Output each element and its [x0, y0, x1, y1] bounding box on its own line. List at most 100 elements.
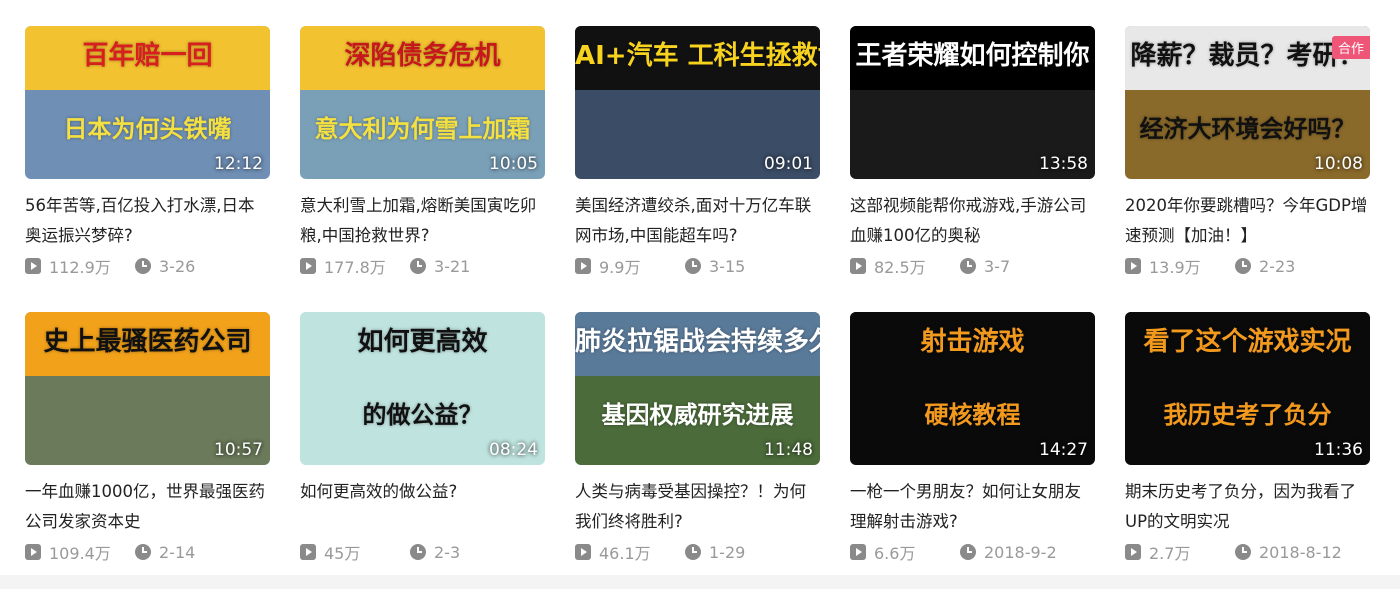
video-duration: 10:57 — [214, 440, 263, 460]
video-card[interactable]: 史上最骚医药公司 10:57 一年血赚1000亿，世界最强医药公司发家资本史 1… — [25, 312, 270, 598]
upload-date: 2-14 — [159, 542, 196, 562]
thumbnail-subline: 的做公益？ — [362, 401, 483, 429]
video-meta: 2.7万 2018-8-12 — [1125, 541, 1370, 563]
play-count-icon — [300, 258, 316, 274]
play-count-icon — [25, 258, 41, 274]
video-card[interactable]: 降薪？裁员？考研？ 经济大环境会好吗？ 合作 10:08 2020年你要跳槽吗？… — [1125, 26, 1370, 312]
thumbnail-subline: 日本为何头铁嘴 — [63, 115, 232, 143]
clock-icon — [1235, 258, 1251, 274]
clock-icon — [410, 544, 426, 560]
video-thumbnail[interactable]: 如何更高效 的做公益？ 08:24 — [300, 312, 545, 465]
video-title[interactable]: 美国经济遭绞杀,面对十万亿车联网市场,中国能超车吗? — [575, 191, 820, 251]
video-duration: 10:05 — [489, 154, 538, 174]
video-card[interactable]: 肺炎拉锯战会持续多久? 基因权威研究进展 11:48 人类与病毒受基因操控？！为… — [575, 312, 820, 598]
video-card[interactable]: 如何更高效 的做公益？ 08:24 如何更高效的做公益? 45万 2-3 — [300, 312, 545, 598]
video-duration: 11:36 — [1314, 440, 1363, 460]
video-card[interactable]: 百年赔一回 日本为何头铁嘴 12:12 56年苦等,百亿投入打水漂,日本奥运振兴… — [25, 26, 270, 312]
clock-icon — [685, 258, 701, 274]
view-count: 13.9万 — [1149, 258, 1201, 277]
view-count: 6.6万 — [874, 544, 916, 563]
video-title[interactable]: 2020年你要跳槽吗？今年GDP增速预测【加油！】 — [1125, 191, 1370, 251]
video-title[interactable]: 一枪一个男朋友？如何让女朋友理解射击游戏? — [850, 477, 1095, 537]
clock-icon — [410, 258, 426, 274]
video-duration: 14:27 — [1039, 440, 1088, 460]
video-meta: 82.5万 3-7 — [850, 255, 1095, 277]
upload-date: 2018-9-2 — [984, 542, 1057, 562]
video-grid: 百年赔一回 日本为何头铁嘴 12:12 56年苦等,百亿投入打水漂,日本奥运振兴… — [25, 26, 1370, 598]
thumbnail-subline: 经济大环境会好吗？ — [1139, 115, 1356, 143]
view-count: 45万 — [324, 544, 361, 563]
view-count: 109.4万 — [49, 544, 111, 563]
thumbnail-headline: AI+汽车 工科生拯救世界 — [575, 41, 820, 71]
video-thumbnail[interactable]: 降薪？裁员？考研？ 经济大环境会好吗？ 合作 10:08 — [1125, 26, 1370, 179]
video-duration: 09:01 — [764, 154, 813, 174]
video-thumbnail[interactable]: 看了这个游戏实况 我历史考了负分 11:36 — [1125, 312, 1370, 465]
thumbnail-subline: 我历史考了负分 — [1163, 401, 1332, 429]
thumbnail-headline: 百年赔一回 — [82, 41, 213, 71]
clock-icon — [960, 258, 976, 274]
clock-icon — [135, 258, 151, 274]
video-thumbnail[interactable]: 史上最骚医药公司 10:57 — [25, 312, 270, 465]
thumbnail-subline: 硬核教程 — [924, 401, 1021, 429]
play-count-icon — [850, 544, 866, 560]
video-thumbnail[interactable]: 射击游戏 硬核教程 14:27 — [850, 312, 1095, 465]
video-title[interactable]: 一年血赚1000亿，世界最强医药公司发家资本史 — [25, 477, 270, 537]
play-count-icon — [1125, 544, 1141, 560]
video-card[interactable]: 射击游戏 硬核教程 14:27 一枪一个男朋友？如何让女朋友理解射击游戏? 6.… — [850, 312, 1095, 598]
video-meta: 13.9万 2-23 — [1125, 255, 1370, 277]
video-meta: 45万 2-3 — [300, 541, 545, 563]
clock-icon — [685, 544, 701, 560]
view-count: 177.8万 — [324, 258, 386, 277]
play-count-icon — [300, 544, 316, 560]
view-count: 112.9万 — [49, 258, 111, 277]
play-count-icon — [1125, 258, 1141, 274]
video-card[interactable]: AI+汽车 工科生拯救世界 09:01 美国经济遭绞杀,面对十万亿车联网市场,中… — [575, 26, 820, 312]
view-count: 9.9万 — [599, 258, 641, 277]
video-title[interactable]: 意大利雪上加霜,熔断美国寅吃卯粮,中国抢救世界? — [300, 191, 545, 251]
play-count-icon — [850, 258, 866, 274]
video-meta: 177.8万 3-21 — [300, 255, 545, 277]
thumbnail-subline: 基因权威研究进展 — [601, 401, 794, 429]
clock-icon — [1235, 544, 1251, 560]
video-title[interactable]: 人类与病毒受基因操控？！为何我们终将胜利? — [575, 477, 820, 537]
video-meta: 109.4万 2-14 — [25, 541, 270, 563]
video-thumbnail[interactable]: 肺炎拉锯战会持续多久? 基因权威研究进展 11:48 — [575, 312, 820, 465]
clock-icon — [960, 544, 976, 560]
clock-icon — [135, 544, 151, 560]
video-title[interactable]: 如何更高效的做公益? — [300, 477, 545, 537]
view-count: 82.5万 — [874, 258, 926, 277]
upload-date: 2-3 — [434, 542, 461, 562]
video-thumbnail[interactable]: 王者荣耀如何控制你 13:58 — [850, 26, 1095, 179]
collab-badge: 合作 — [1331, 36, 1370, 59]
video-thumbnail[interactable]: AI+汽车 工科生拯救世界 09:01 — [575, 26, 820, 179]
video-card[interactable]: 深陷债务危机 意大利为何雪上加霜 10:05 意大利雪上加霜,熔断美国寅吃卯粮,… — [300, 26, 545, 312]
thumbnail-headline: 看了这个游戏实况 — [1143, 327, 1352, 357]
page-footer-strip — [0, 575, 1400, 589]
thumbnail-headline: 如何更高效 — [357, 327, 488, 357]
video-meta: 9.9万 3-15 — [575, 255, 820, 277]
thumbnail-headline: 射击游戏 — [920, 327, 1025, 357]
thumbnail-headline: 史上最骚医药公司 — [43, 327, 252, 357]
upload-date: 3-26 — [159, 256, 196, 276]
thumbnail-headline: 深陷债务危机 — [344, 41, 501, 71]
video-duration: 12:12 — [214, 154, 263, 174]
upload-date: 2018-8-12 — [1259, 542, 1342, 562]
video-title[interactable]: 期末历史考了负分，因为我看了UP的文明实况 — [1125, 477, 1370, 537]
upload-date: 2-23 — [1259, 256, 1296, 276]
video-card[interactable]: 看了这个游戏实况 我历史考了负分 11:36 期末历史考了负分，因为我看了UP的… — [1125, 312, 1370, 598]
thumbnail-headline: 王者荣耀如何控制你 — [855, 41, 1090, 71]
video-meta: 46.1万 1-29 — [575, 541, 820, 563]
video-title[interactable]: 这部视频能帮你戒游戏,手游公司血赚100亿的奥秘 — [850, 191, 1095, 251]
thumbnail-headline: 肺炎拉锯战会持续多久? — [575, 327, 820, 357]
view-count: 2.7万 — [1149, 544, 1191, 563]
upload-date: 3-15 — [709, 256, 746, 276]
video-thumbnail[interactable]: 百年赔一回 日本为何头铁嘴 12:12 — [25, 26, 270, 179]
video-duration: 11:48 — [764, 440, 813, 460]
play-count-icon — [25, 544, 41, 560]
play-count-icon — [575, 544, 591, 560]
video-card[interactable]: 王者荣耀如何控制你 13:58 这部视频能帮你戒游戏,手游公司血赚100亿的奥秘… — [850, 26, 1095, 312]
video-thumbnail[interactable]: 深陷债务危机 意大利为何雪上加霜 10:05 — [300, 26, 545, 179]
video-title[interactable]: 56年苦等,百亿投入打水漂,日本奥运振兴梦碎? — [25, 191, 270, 251]
video-meta: 6.6万 2018-9-2 — [850, 541, 1095, 563]
thumbnail-subline: 意大利为何雪上加霜 — [314, 115, 531, 143]
